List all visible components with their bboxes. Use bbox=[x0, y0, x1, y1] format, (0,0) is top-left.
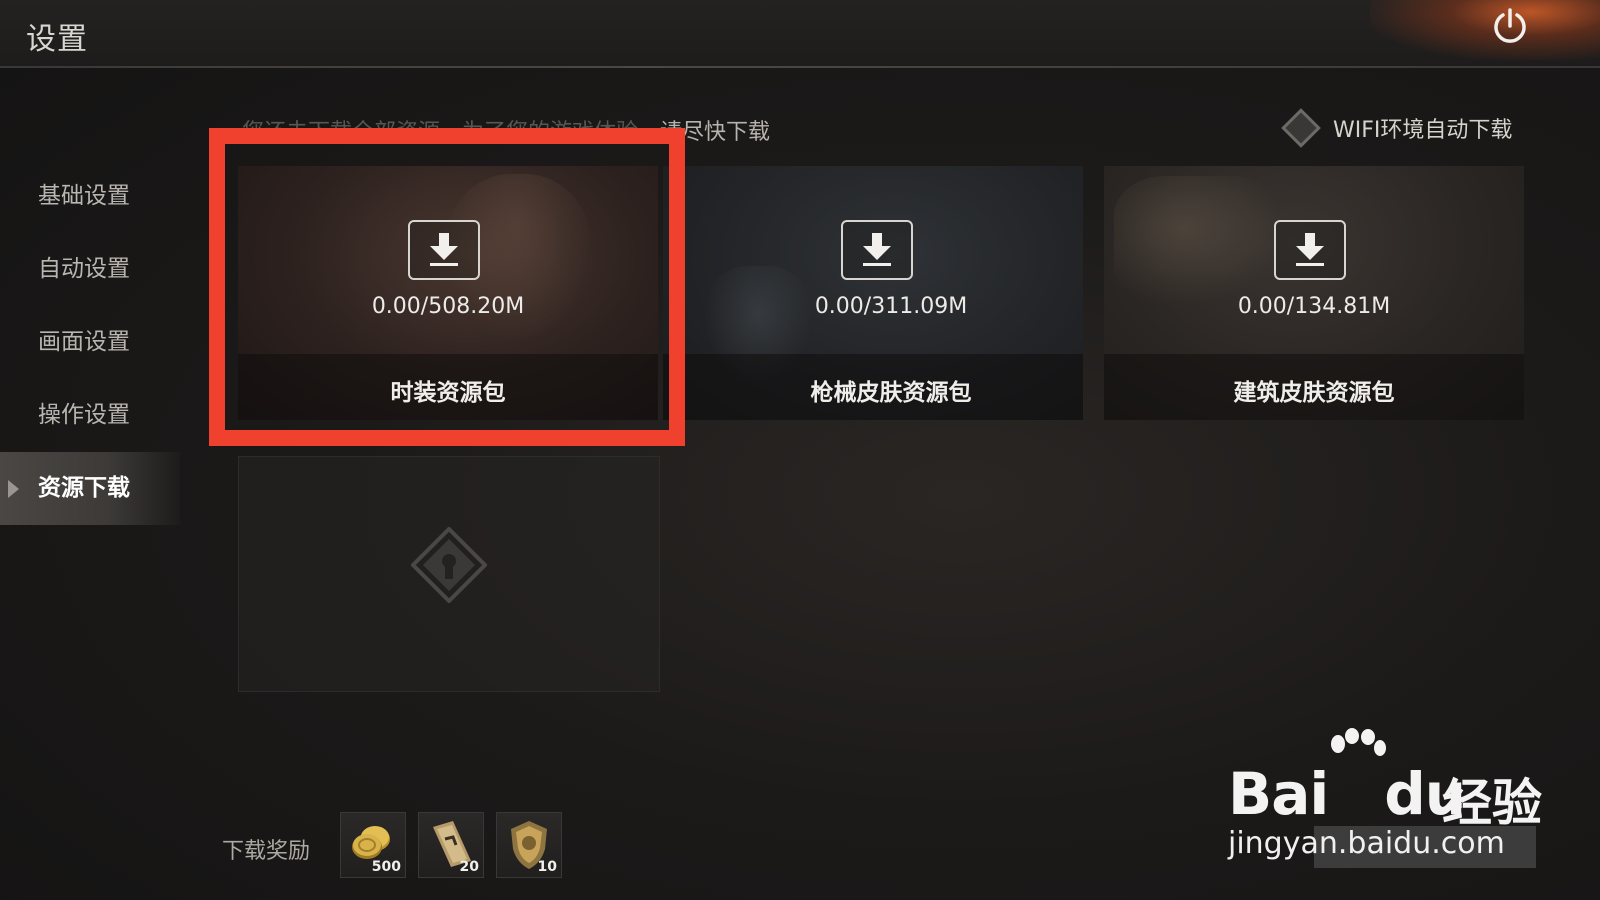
wifi-auto-download-toggle[interactable]: WIFI环境自动下载 bbox=[1281, 108, 1513, 148]
sidebar-item-label: 资源下载 bbox=[38, 475, 130, 501]
sidebar-item-label: 画面设置 bbox=[38, 329, 130, 355]
power-icon[interactable] bbox=[1490, 6, 1530, 46]
reward-qty: 10 bbox=[537, 859, 557, 875]
active-arrow-icon bbox=[8, 480, 19, 498]
download-notice: 您还未下载全部资源，为了您的游戏体验，请尽快下载 bbox=[242, 114, 770, 146]
wifi-auto-download-label: WIFI环境自动下载 bbox=[1333, 118, 1513, 143]
download-icon[interactable] bbox=[408, 220, 480, 280]
watermark-brand: Bai bbox=[1228, 760, 1329, 828]
package-card-building-skin[interactable]: 0.00/134.81M 建筑皮肤资源包 bbox=[1104, 166, 1524, 420]
sidebar: 基础设置 自动设置 画面设置 操作设置 资源下载 bbox=[0, 160, 180, 525]
reward-qty: 500 bbox=[371, 859, 401, 875]
notice-text-faded: 您还未下载全部资源，为了您的游戏体验， bbox=[242, 120, 661, 145]
watermark-cn: 经验 bbox=[1442, 774, 1542, 832]
package-name: 枪械皮肤资源包 bbox=[810, 380, 972, 406]
package-name: 时装资源包 bbox=[390, 380, 506, 406]
checkbox-diamond-icon[interactable] bbox=[1281, 108, 1321, 148]
reward-item-coins[interactable]: 500 bbox=[340, 812, 406, 878]
card-artwork bbox=[1114, 176, 1284, 306]
package-name: 建筑皮肤资源包 bbox=[1233, 380, 1395, 406]
reward-qty: 20 bbox=[459, 859, 479, 875]
ember-glow bbox=[1370, 0, 1600, 60]
download-progress: 0.00/134.81M bbox=[1237, 294, 1391, 319]
download-progress: 0.00/508.20M bbox=[371, 294, 525, 319]
download-icon[interactable] bbox=[1274, 220, 1346, 280]
sidebar-item-label: 操作设置 bbox=[38, 402, 130, 428]
sidebar-item-basic[interactable]: 基础设置 bbox=[0, 160, 180, 233]
header-divider bbox=[0, 66, 1600, 68]
package-card-weapon-skin[interactable]: 0.00/311.09M 枪械皮肤资源包 bbox=[663, 166, 1083, 420]
notice-text: 请尽快下载 bbox=[660, 120, 771, 145]
watermark-url: jingyan.baidu.com bbox=[1228, 826, 1505, 861]
reward-item-ticket[interactable]: 20 bbox=[418, 812, 484, 878]
sidebar-item-graphics[interactable]: 画面设置 bbox=[0, 306, 180, 379]
sidebar-item-resource-download[interactable]: 资源下载 bbox=[0, 452, 180, 525]
rewards-label: 下载奖励 bbox=[222, 839, 311, 864]
locked-package-slot bbox=[238, 456, 660, 692]
lock-icon bbox=[410, 526, 488, 607]
sidebar-item-label: 基础设置 bbox=[38, 183, 130, 209]
sidebar-item-label: 自动设置 bbox=[38, 256, 130, 282]
package-card-costume[interactable]: 0.00/508.20M 时装资源包 bbox=[238, 166, 658, 420]
page-title: 设置 bbox=[26, 22, 88, 57]
download-progress: 0.00/311.09M bbox=[814, 294, 968, 319]
paw-icon bbox=[1322, 728, 1392, 792]
sidebar-item-auto[interactable]: 自动设置 bbox=[0, 233, 180, 306]
top-bar: 设置 bbox=[0, 0, 1600, 68]
download-icon[interactable] bbox=[841, 220, 913, 280]
sidebar-item-controls[interactable]: 操作设置 bbox=[0, 379, 180, 452]
reward-item-badge[interactable]: 10 bbox=[496, 812, 562, 878]
